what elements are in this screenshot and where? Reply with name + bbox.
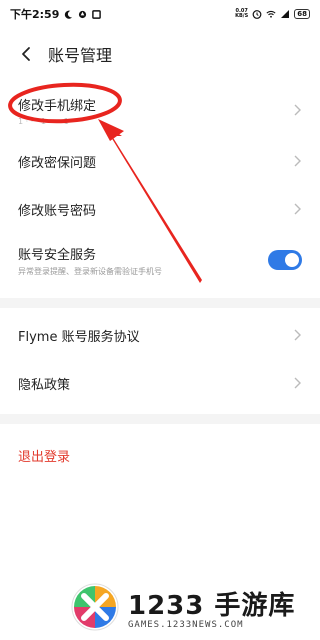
chevron-right-icon bbox=[292, 376, 302, 390]
list-item-service-agreement[interactable]: Flyme 账号服务协议 bbox=[0, 320, 320, 350]
watermark-logo-icon bbox=[71, 583, 119, 631]
battery-icon: 68 bbox=[294, 9, 310, 19]
toggle-knob bbox=[285, 253, 299, 267]
row-label: 修改密保问题 bbox=[18, 155, 97, 171]
chevron-right-icon bbox=[292, 328, 302, 342]
row-label: 隐私政策 bbox=[18, 377, 71, 393]
row-label: 修改手机绑定 bbox=[18, 98, 97, 114]
chevron-right-icon bbox=[292, 103, 302, 117]
row-label: 账号安全服务 bbox=[18, 247, 97, 263]
row-sub: 异常登录提醒、登录新设备需验证手机号 bbox=[18, 266, 162, 276]
status-time: 下午2:59 bbox=[10, 8, 60, 21]
moon-icon bbox=[63, 9, 73, 19]
square-icon bbox=[91, 9, 101, 19]
watermark-brand: 1233 手游库 bbox=[128, 590, 296, 621]
chevron-right-icon bbox=[292, 202, 302, 216]
net-speed-unit: KB/S bbox=[235, 13, 249, 19]
back-button[interactable] bbox=[6, 36, 46, 72]
watermark: 1233 手游库 GAMES.1233NEWS.COM bbox=[70, 574, 320, 640]
security-service-toggle[interactable] bbox=[268, 250, 302, 270]
alarm-icon bbox=[252, 9, 262, 19]
status-bar: 下午2:59 0.07 KB/S 68 bbox=[0, 0, 320, 28]
list-item-account-security-service: 账号安全服务 异常登录提醒、登录新设备需验证手机号 bbox=[0, 240, 320, 280]
list-item-privacy-policy[interactable]: 隐私政策 bbox=[0, 368, 320, 398]
list-item-change-phone[interactable]: 修改手机绑定 1 · · · 1 · · · 1 bbox=[0, 90, 320, 130]
net-speed: 0.07 KB/S bbox=[235, 9, 248, 19]
section-divider bbox=[0, 298, 320, 308]
list-item-security-question[interactable]: 修改密保问题 bbox=[0, 146, 320, 176]
logout-button[interactable]: 退出登录 bbox=[18, 446, 70, 465]
signal-icon bbox=[280, 9, 290, 19]
page-title: 账号管理 bbox=[48, 46, 113, 65]
row-label: Flyme 账号服务协议 bbox=[18, 329, 140, 345]
row-sub: 1 · · · 1 · · · 1 bbox=[18, 116, 69, 126]
list-item-change-password[interactable]: 修改账号密码 bbox=[0, 194, 320, 224]
row-label: 修改账号密码 bbox=[18, 203, 97, 219]
watermark-url: GAMES.1233NEWS.COM bbox=[128, 619, 244, 630]
section-divider bbox=[0, 414, 320, 424]
chevron-right-icon bbox=[292, 154, 302, 168]
header: 账号管理 bbox=[0, 36, 320, 72]
back-arrow-icon bbox=[22, 47, 30, 61]
wifi-icon bbox=[266, 9, 276, 19]
drop-icon bbox=[77, 9, 87, 19]
